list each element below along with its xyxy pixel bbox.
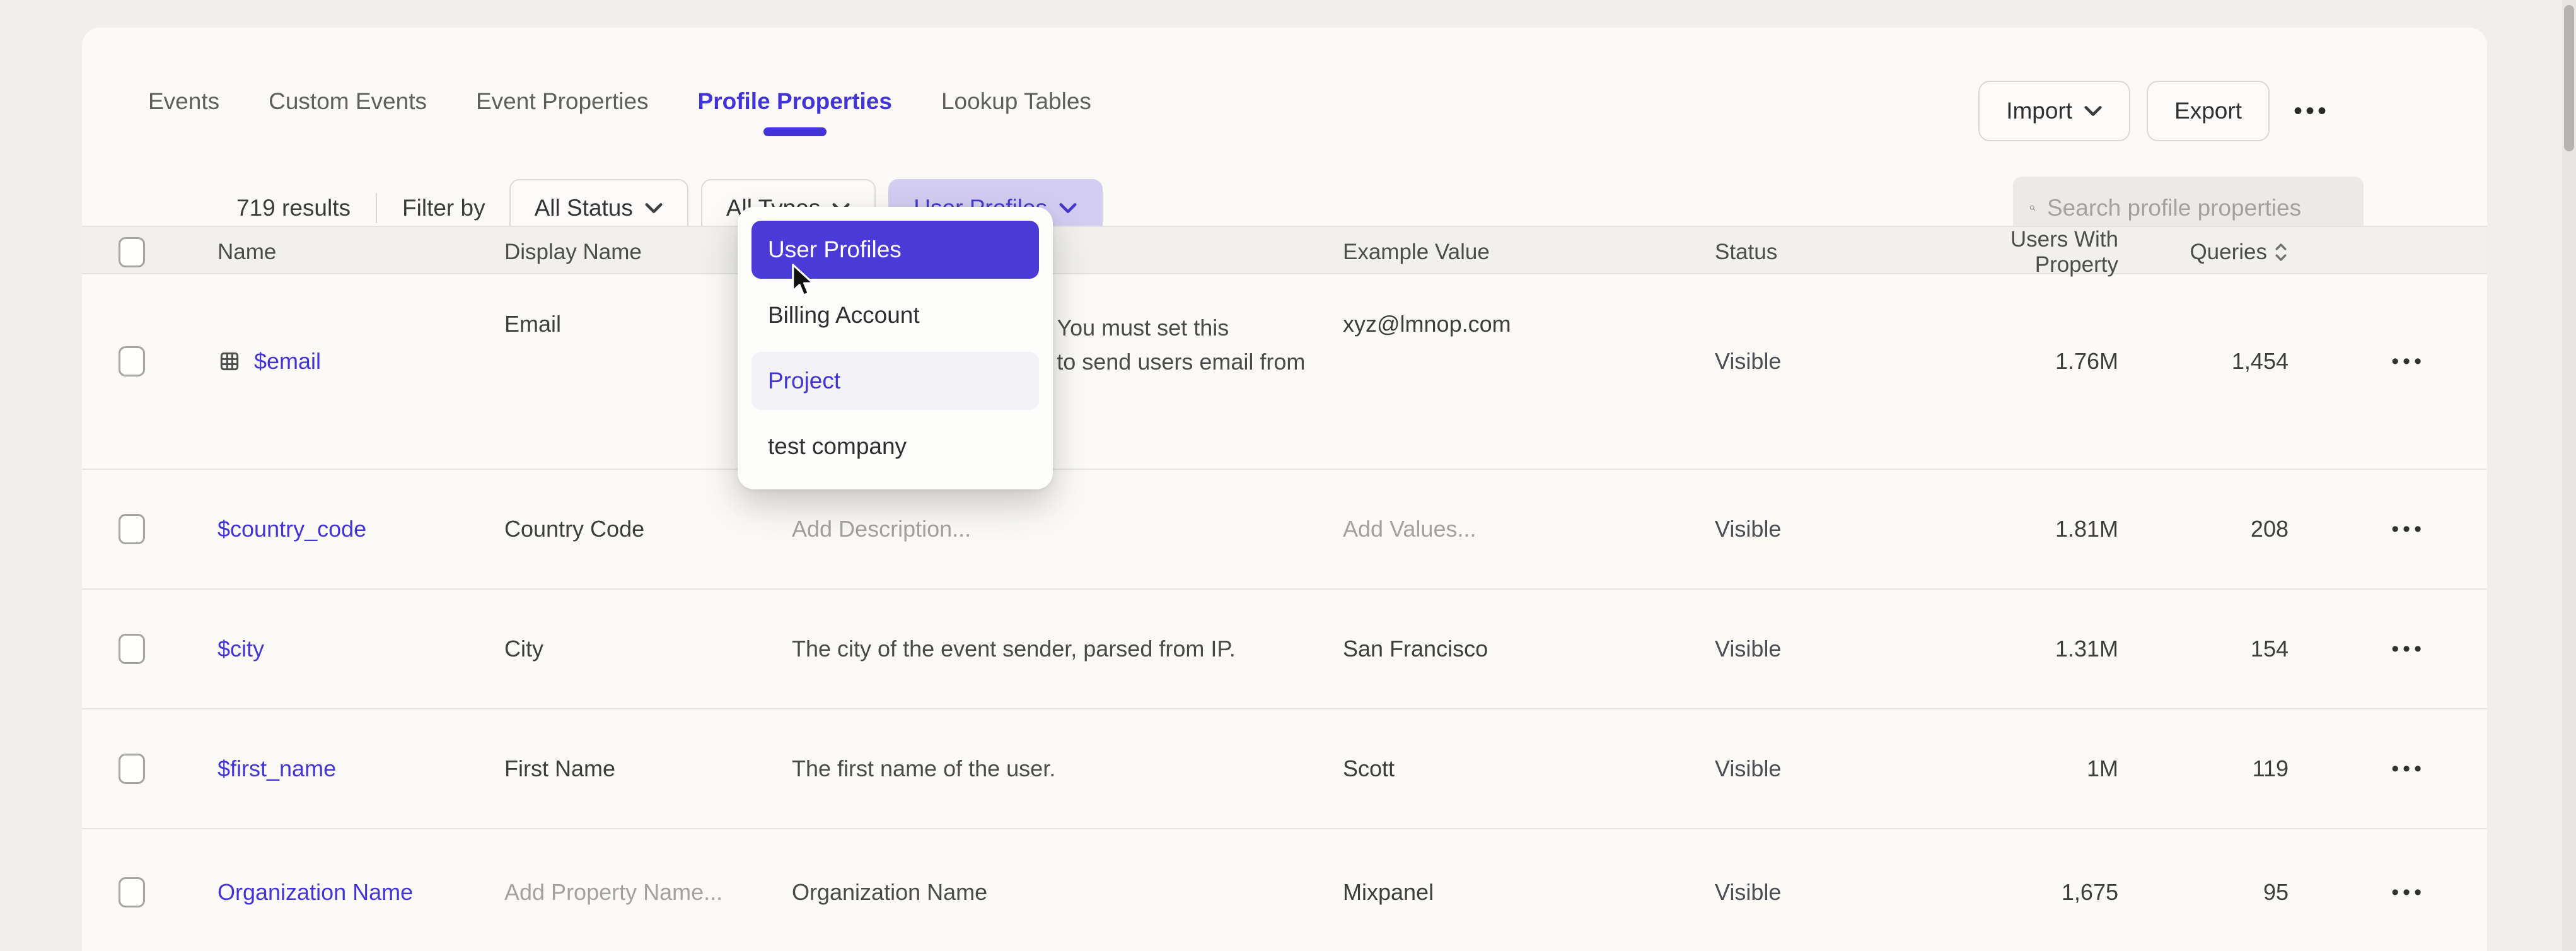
top-actions: Import Export ••• [1978, 81, 2329, 141]
users-with-property-cell: 1.76M [1923, 348, 2118, 375]
select-all-checkbox[interactable] [119, 237, 145, 267]
display-name-cell[interactable]: City [504, 636, 792, 662]
divider [376, 193, 377, 223]
search-icon [2029, 194, 2036, 222]
table-row: $country_code Country Code Add Descripti… [82, 470, 2487, 590]
row-more-button[interactable]: ••• [2289, 517, 2451, 542]
users-with-property-cell: 1,675 [1923, 879, 2118, 906]
row-checkbox[interactable] [119, 877, 145, 907]
import-button-label: Import [2006, 98, 2072, 124]
queries-cell: 1,454 [2118, 348, 2289, 375]
tab-profile-properties-label: Profile Properties [698, 88, 892, 114]
more-options-button[interactable]: ••• [2294, 97, 2329, 125]
display-name-cell[interactable]: First Name [504, 756, 792, 782]
header-queries-label: Queries [2190, 240, 2267, 265]
users-with-property-cell: 1M [1923, 756, 2118, 782]
status-cell[interactable]: Visible [1715, 516, 1923, 542]
tab-event-properties[interactable]: Event Properties [476, 88, 649, 115]
mouse-cursor [789, 264, 818, 298]
table-row: $first_name First Name The first name of… [82, 709, 2487, 829]
chevron-down-icon [2084, 105, 2103, 117]
property-name-link[interactable]: $first_name [218, 756, 336, 782]
description-cell[interactable]: The city of the event sender, parsed fro… [792, 632, 1343, 666]
row-checkbox[interactable] [119, 514, 145, 544]
example-value-placeholder[interactable]: Add Values... [1343, 516, 1715, 542]
results-count: 719 results [236, 195, 351, 221]
row-checkbox[interactable] [119, 634, 145, 664]
header-status[interactable]: Status [1715, 240, 1923, 265]
table-row: $city City The city of the event sender,… [82, 590, 2487, 709]
filter-by-label: Filter by [402, 195, 485, 221]
tab-events[interactable]: Events [148, 88, 219, 115]
status-cell[interactable]: Visible [1715, 879, 1923, 906]
tab-lookup-tables[interactable]: Lookup Tables [941, 88, 1091, 115]
table-row: $email Email The user's email address. Y… [82, 274, 2487, 470]
users-with-property-cell: 1.31M [1923, 636, 2118, 662]
example-value-cell: xyz@lmnop.com [1343, 274, 1715, 337]
lexicon-card: Events Custom Events Event Properties Pr… [82, 28, 2487, 951]
queries-cell: 208 [2118, 516, 2289, 542]
tab-bar: Events Custom Events Event Properties Pr… [148, 88, 1091, 115]
entity-dropdown-menu: User Profiles Billing Account Project te… [738, 207, 1053, 489]
property-name-link[interactable]: $email [254, 348, 321, 375]
menu-item-test-company[interactable]: test company [751, 417, 1039, 475]
property-name-link[interactable]: $country_code [218, 516, 366, 542]
row-checkbox[interactable] [119, 754, 145, 784]
row-more-button[interactable]: ••• [2289, 349, 2451, 374]
header-name[interactable]: Name [218, 240, 504, 265]
queries-cell: 154 [2118, 636, 2289, 662]
display-name-placeholder[interactable]: Add Property Name... [504, 879, 792, 906]
chevron-down-icon [1059, 202, 1077, 214]
header-example-value[interactable]: Example Value [1343, 240, 1715, 265]
table-header-row: Name Display Name Example Value Status U… [82, 226, 2487, 274]
users-with-property-cell: 1.81M [1923, 516, 2118, 542]
export-button[interactable]: Export [2147, 81, 2270, 141]
scrollbar-thumb[interactable] [2564, 5, 2574, 151]
example-value-cell: Mixpanel [1343, 879, 1715, 906]
table-row: Organization Name Add Property Name... O… [82, 829, 2487, 951]
search-input[interactable] [2047, 195, 2347, 221]
status-cell[interactable]: Visible [1715, 756, 1923, 782]
tab-profile-properties[interactable]: Profile Properties [698, 88, 892, 115]
row-checkbox[interactable] [119, 346, 145, 376]
tab-custom-events[interactable]: Custom Events [269, 88, 427, 115]
header-users-with-property[interactable]: Users With Property [1923, 227, 2118, 277]
sort-icon[interactable] [2273, 242, 2289, 263]
property-name-link[interactable]: $city [218, 636, 264, 662]
description-cell[interactable]: The first name of the user. [792, 752, 1343, 786]
menu-item-project[interactable]: Project [751, 352, 1039, 410]
properties-table: Name Display Name Example Value Status U… [82, 226, 2487, 951]
status-cell[interactable]: Visible [1715, 636, 1923, 662]
active-tab-underline [763, 127, 827, 136]
row-more-button[interactable]: ••• [2289, 637, 2451, 662]
example-value-cell: Scott [1343, 756, 1715, 782]
row-more-button[interactable]: ••• [2289, 880, 2451, 905]
header-queries[interactable]: Queries [2118, 240, 2289, 265]
property-name-link[interactable]: Organization Name [218, 879, 413, 906]
export-button-label: Export [2174, 98, 2242, 124]
import-button[interactable]: Import [1978, 81, 2130, 141]
status-cell[interactable]: Visible [1715, 348, 1923, 375]
description-placeholder[interactable]: Add Description... [792, 516, 1343, 542]
queries-cell: 95 [2118, 879, 2289, 906]
chevron-down-icon [644, 202, 663, 214]
row-more-button[interactable]: ••• [2289, 757, 2451, 781]
description-cell[interactable]: Organization Name [792, 875, 1343, 909]
example-value-cell: San Francisco [1343, 636, 1715, 662]
status-filter-label: All Status [535, 195, 633, 221]
table-grid-icon [218, 349, 241, 373]
display-name-cell[interactable]: Country Code [504, 516, 792, 542]
queries-cell: 119 [2118, 756, 2289, 782]
